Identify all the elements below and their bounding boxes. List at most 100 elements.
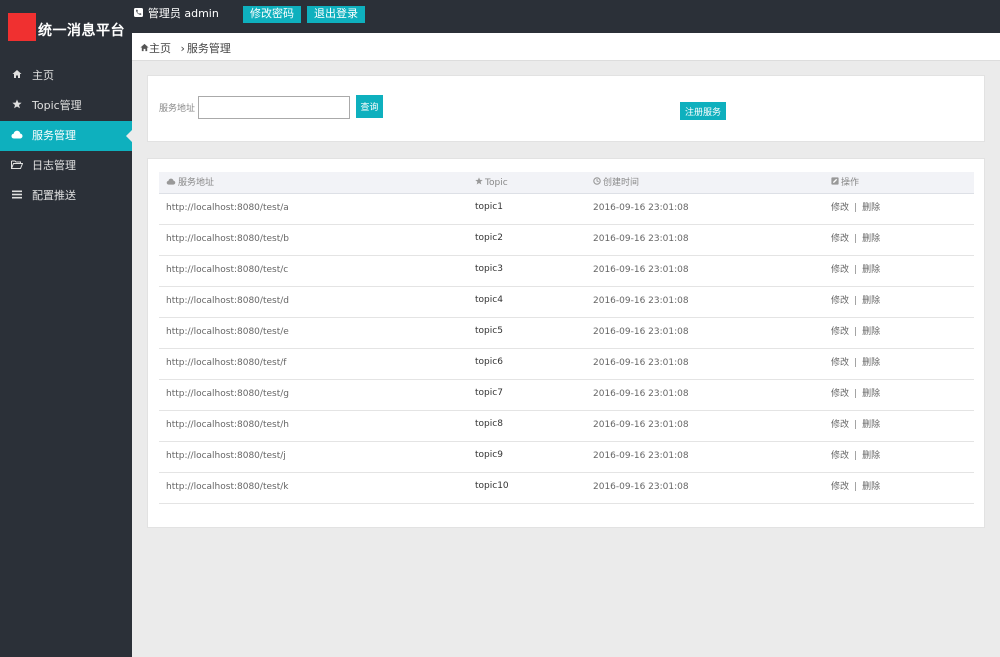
row-actions: 修改 | 删除 <box>831 225 880 254</box>
delete-link[interactable]: 删除 <box>862 482 880 492</box>
sidebar-item-config[interactable]: 配置推送 <box>0 181 132 211</box>
topic-name: topic9 <box>475 450 503 460</box>
delete-link[interactable]: 删除 <box>862 451 880 461</box>
edit-link[interactable]: 修改 <box>831 451 849 461</box>
action-separator: | <box>854 234 858 244</box>
edit-link[interactable]: 修改 <box>831 234 849 244</box>
service-address: http://localhost:8080/test/h <box>166 420 289 430</box>
column-header-created: 创建时间 <box>593 172 639 194</box>
action-separator: | <box>854 482 858 492</box>
table-row: http://localhost:8080/test/k topic10 2016-… <box>159 473 974 504</box>
edit-link[interactable]: 修改 <box>831 327 849 337</box>
breadcrumb-current: 服务管理 <box>186 42 231 55</box>
action-separator: | <box>854 327 858 337</box>
folder-icon <box>10 152 24 182</box>
created-time: 2016-09-16 23:01:08 <box>593 327 689 337</box>
register-service-button[interactable]: 注册服务 <box>680 102 727 120</box>
top-bar: 管理员 admin 修改密码 退出登录 <box>132 0 1000 33</box>
table-row: http://localhost:8080/test/h topic8 2016-0… <box>159 411 974 442</box>
service-address: http://localhost:8080/test/j <box>166 451 286 461</box>
sidebar-item-home[interactable]: 主页 <box>0 61 132 91</box>
service-address: http://localhost:8080/test/f <box>166 358 287 368</box>
sidebar-item-label: 主页 <box>32 69 54 82</box>
service-address: http://localhost:8080/test/e <box>166 327 289 337</box>
topic-name: topic3 <box>475 264 503 274</box>
delete-link[interactable]: 删除 <box>862 265 880 275</box>
edit-link[interactable]: 修改 <box>831 482 849 492</box>
cloud-icon <box>166 178 176 187</box>
created-time: 2016-09-16 23:01:08 <box>593 389 689 399</box>
row-actions: 修改 | 删除 <box>831 194 880 223</box>
delete-link[interactable]: 删除 <box>862 327 880 337</box>
edit-link[interactable]: 修改 <box>831 420 849 430</box>
row-actions: 修改 | 删除 <box>831 256 880 285</box>
edit-link[interactable]: 修改 <box>831 296 849 306</box>
column-header-topic: Topic <box>475 172 508 194</box>
created-time: 2016-09-16 23:01:08 <box>593 358 689 368</box>
column-header-label: Topic <box>485 178 508 188</box>
edit-link[interactable]: 修改 <box>831 389 849 399</box>
sidebar-item-topic[interactable]: Topic管理 <box>0 91 132 121</box>
breadcrumb-bar: 主页 › 服务管理 <box>132 33 1000 61</box>
topic-name: topic4 <box>475 295 503 305</box>
logout-button[interactable]: 退出登录 <box>307 6 365 23</box>
edit-icon <box>831 177 839 187</box>
delete-link[interactable]: 删除 <box>862 389 880 399</box>
sidebar-item-logs[interactable]: 日志管理 <box>0 151 132 181</box>
action-separator: | <box>854 203 858 213</box>
row-actions: 修改 | 删除 <box>831 473 880 502</box>
column-header-address: 服务地址 <box>166 172 214 194</box>
sidebar-item-services[interactable]: 服务管理 <box>0 121 132 151</box>
column-header-label: 创建时间 <box>603 178 640 188</box>
query-button[interactable]: 查询 <box>356 95 383 118</box>
delete-link[interactable]: 删除 <box>862 358 880 368</box>
column-header-label: 操作 <box>841 178 860 188</box>
sidebar-item-label: 日志管理 <box>32 159 76 172</box>
column-header-actions: 操作 <box>831 172 859 194</box>
breadcrumb-home[interactable]: 主页 <box>149 42 171 55</box>
table-header: 服务地址 Topic 创建时间 操作 <box>159 172 974 194</box>
table-row: http://localhost:8080/test/c topic3 2016-0… <box>159 256 974 287</box>
sidebar-item-label: 配置推送 <box>32 189 76 202</box>
sidebar-nav: 主页 Topic管理 服务管理 日志管理 配置推送 <box>0 61 132 211</box>
delete-link[interactable]: 删除 <box>862 234 880 244</box>
service-address: http://localhost:8080/test/c <box>166 265 289 275</box>
action-separator: | <box>854 265 858 275</box>
table-row: http://localhost:8080/test/b topic2 2016-0… <box>159 225 974 256</box>
created-time: 2016-09-16 23:01:08 <box>593 482 689 492</box>
created-time: 2016-09-16 23:01:08 <box>593 420 689 430</box>
service-address-input[interactable] <box>198 96 350 119</box>
table-row: http://localhost:8080/test/g topic7 2016-0… <box>159 380 974 411</box>
breadcrumb: 主页 › 服务管理 <box>140 40 231 56</box>
edit-link[interactable]: 修改 <box>831 358 849 368</box>
delete-link[interactable]: 删除 <box>862 420 880 430</box>
created-time: 2016-09-16 23:01:08 <box>593 451 689 461</box>
row-actions: 修改 | 删除 <box>831 411 880 440</box>
service-address: http://localhost:8080/test/k <box>166 482 289 492</box>
action-separator: | <box>854 420 858 430</box>
app-title: 统一消息平台 <box>38 23 125 39</box>
row-actions: 修改 | 删除 <box>831 287 880 316</box>
search-panel: 服务地址 查询 注册服务 <box>147 75 985 142</box>
edit-link[interactable]: 修改 <box>831 203 849 213</box>
delete-link[interactable]: 删除 <box>862 203 880 213</box>
menu-icon <box>10 182 24 212</box>
created-time: 2016-09-16 23:01:08 <box>593 296 689 306</box>
home-icon <box>10 62 24 92</box>
table-panel: 服务地址 Topic 创建时间 操作 http://localhost:8080… <box>147 158 985 528</box>
delete-link[interactable]: 删除 <box>862 296 880 306</box>
service-address: http://localhost:8080/test/b <box>166 234 289 244</box>
table-row: http://localhost:8080/test/d topic4 2016-0… <box>159 287 974 318</box>
logo <box>8 13 36 41</box>
service-address: http://localhost:8080/test/g <box>166 389 289 399</box>
cloud-icon <box>10 122 24 152</box>
column-header-label: 服务地址 <box>178 178 215 188</box>
topic-name: topic1 <box>475 202 503 212</box>
home-icon <box>140 42 149 55</box>
edit-link[interactable]: 修改 <box>831 265 849 275</box>
table-row: http://localhost:8080/test/j topic9 2016-0… <box>159 442 974 473</box>
topic-name: topic7 <box>475 388 503 398</box>
admin-label: 管理员 admin <box>147 7 219 20</box>
action-separator: | <box>854 296 858 306</box>
change-password-button[interactable]: 修改密码 <box>243 6 301 23</box>
